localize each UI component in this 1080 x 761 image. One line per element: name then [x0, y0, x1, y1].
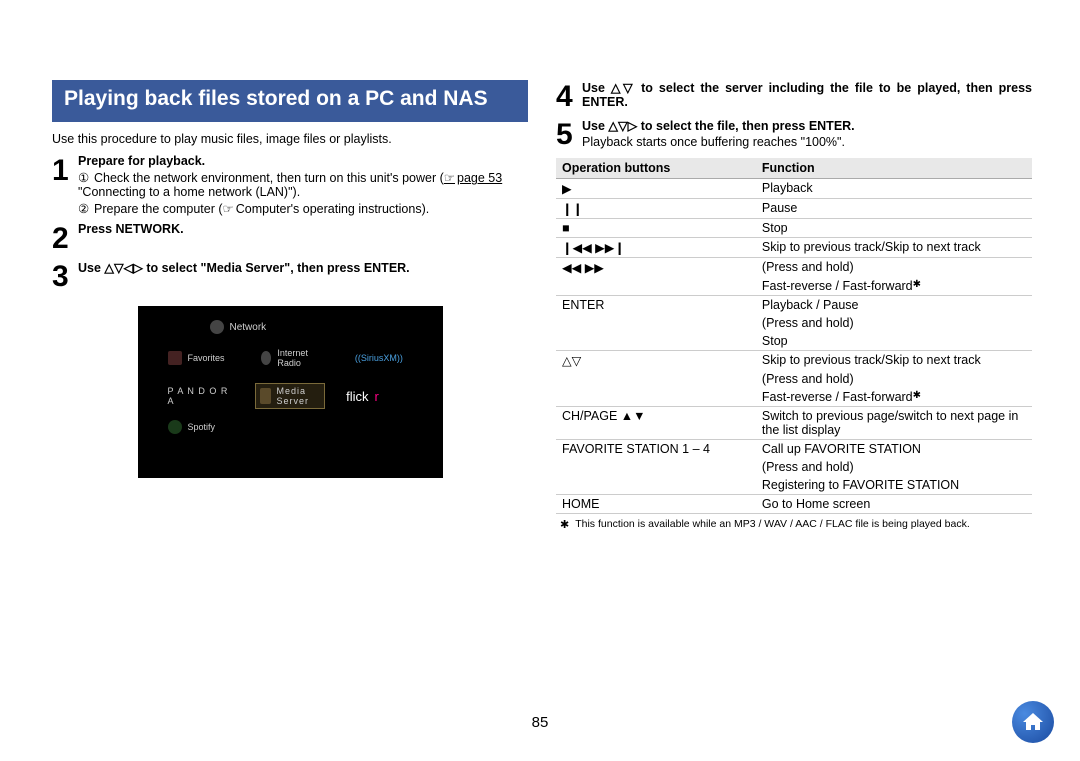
- section-title: Playing back files stored on a PC and NA…: [52, 80, 528, 122]
- operations-table: Operation buttons Function ▶Playback❙❙Pa…: [556, 158, 1032, 514]
- table-cell-button: ■: [556, 219, 756, 238]
- table-cell-button: △▽: [556, 351, 756, 371]
- table-cell-function: Call up FAVORITE STATION: [756, 440, 1032, 459]
- step-title: Prepare for playback.: [78, 154, 528, 168]
- table-cell-button: FAVORITE STATION 1 – 4: [556, 440, 756, 459]
- step-1: 1 Prepare for playback. ①Check the netwo…: [52, 154, 528, 216]
- table-cell-function: Skip to previous track/Skip to next trac…: [756, 351, 1032, 371]
- step-number: 5: [556, 118, 582, 150]
- step-2: 2 Press NETWORK.: [52, 222, 528, 254]
- table-cell-function: Fast-reverse / Fast-forward: [756, 388, 1032, 407]
- table-cell-button: [556, 458, 756, 476]
- tv-item-sirius: ((SiriusXM)): [355, 353, 413, 363]
- table-cell-function: Playback / Pause: [756, 296, 1032, 315]
- page-number: 85: [532, 714, 549, 731]
- substep-1: ①Check the network environment, then tur…: [78, 170, 528, 199]
- step-number: 1: [52, 154, 78, 186]
- table-cell-button: CH/PAGE ▲▼: [556, 407, 756, 440]
- step-number: 2: [52, 222, 78, 254]
- table-cell-function: (Press and hold): [756, 314, 1032, 332]
- table-cell-button: ❙❙: [556, 199, 756, 219]
- table-cell-function: Skip to previous track/Skip to next trac…: [756, 238, 1032, 258]
- home-icon: [1021, 710, 1045, 734]
- media-server-icon: [260, 388, 271, 404]
- table-header-function: Function: [756, 158, 1032, 179]
- footnote-text: This function is available while an MP3 …: [575, 518, 970, 531]
- step-title: Use △▽◁▷ to select "Media Server", then …: [78, 260, 528, 275]
- table-cell-button: ◀◀ ▶▶: [556, 258, 756, 278]
- substep-text: Check the network environment, then turn…: [94, 171, 444, 185]
- spotify-icon: [168, 420, 182, 434]
- step-4: 4 Use △▽ to select the server including …: [556, 80, 1032, 112]
- table-cell-button: ❙◀◀ ▶▶❙: [556, 238, 756, 258]
- step-number: 4: [556, 80, 582, 112]
- table-cell-button: [556, 370, 756, 388]
- tv-item-pandora: P A N D O R A: [168, 386, 234, 406]
- table-cell-function: Go to Home screen: [756, 495, 1032, 514]
- substep-text: Prepare the computer (: [94, 202, 223, 216]
- step-title: Use △▽▷ to select the file, then press E…: [582, 118, 1032, 133]
- table-header-buttons: Operation buttons: [556, 158, 756, 179]
- table-cell-button: [556, 314, 756, 332]
- intro-text: Use this procedure to play music files, …: [52, 132, 528, 146]
- tv-item-media-server: Media Server: [256, 384, 324, 408]
- substep-2: ②Prepare the computer (Computer's operat…: [78, 201, 528, 216]
- home-button[interactable]: [1012, 701, 1054, 743]
- tv-item-flickr: flickr: [346, 389, 412, 404]
- pointer-icon: [223, 202, 236, 216]
- table-cell-function: (Press and hold): [756, 458, 1032, 476]
- step-note: Playback starts once buffering reaches "…: [582, 135, 1032, 149]
- table-cell-function: Fast-reverse / Fast-forward: [756, 277, 1032, 296]
- table-cell-function: Registering to FAVORITE STATION: [756, 476, 1032, 495]
- table-cell-function: Stop: [756, 219, 1032, 238]
- step-5: 5 Use △▽▷ to select the file, then press…: [556, 118, 1032, 150]
- tv-item-spotify: Spotify: [168, 420, 256, 434]
- network-icon: [210, 320, 224, 334]
- table-cell-function: Stop: [756, 332, 1032, 351]
- footnote-marker: ✱: [560, 518, 569, 531]
- heart-icon: [168, 351, 182, 365]
- tv-header-label: Network: [230, 322, 267, 333]
- step-title: Press NETWORK.: [78, 222, 528, 236]
- globe-icon: [261, 351, 271, 365]
- tv-item-internet-radio: Internet Radio: [261, 348, 319, 368]
- page-link[interactable]: page 53: [444, 171, 502, 185]
- step-title: Use △▽ to select the server including th…: [582, 80, 1032, 109]
- step-number: 3: [52, 260, 78, 292]
- substep-text-after: "Connecting to a home network (LAN)").: [78, 185, 300, 199]
- table-cell-function: (Press and hold): [756, 370, 1032, 388]
- tv-header: Network: [150, 316, 431, 344]
- footnote: ✱ This function is available while an MP…: [556, 518, 1032, 531]
- table-cell-button: ENTER: [556, 296, 756, 315]
- table-cell-function: Switch to previous page/switch to next p…: [756, 407, 1032, 440]
- step-3: 3 Use △▽◁▷ to select "Media Server", the…: [52, 260, 528, 292]
- table-cell-button: ▶: [556, 179, 756, 199]
- tv-screenshot: Network Favorites Internet Radio ((Siriu…: [138, 306, 443, 478]
- table-cell-function: Pause: [756, 199, 1032, 219]
- table-cell-button: [556, 332, 756, 351]
- table-cell-button: [556, 476, 756, 495]
- table-cell-button: [556, 277, 756, 296]
- table-cell-function: Playback: [756, 179, 1032, 199]
- substep-text-after: Computer's operating instructions).: [236, 202, 429, 216]
- table-cell-button: HOME: [556, 495, 756, 514]
- table-cell-function: (Press and hold): [756, 258, 1032, 278]
- tv-item-favorites: Favorites: [168, 351, 226, 365]
- table-cell-button: [556, 388, 756, 407]
